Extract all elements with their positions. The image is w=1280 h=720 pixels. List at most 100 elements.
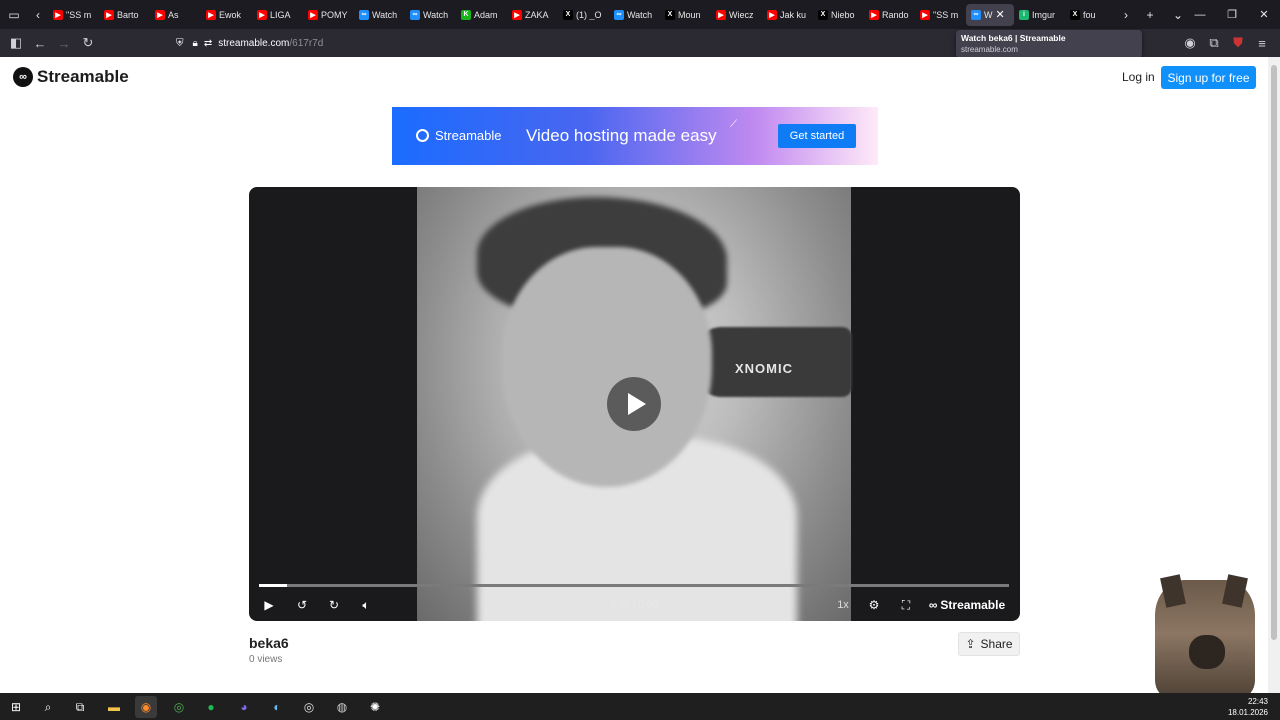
dog-snout — [1189, 635, 1225, 669]
share-button[interactable]: ⇪ Share — [958, 632, 1020, 656]
reload-icon[interactable]: ↻ — [76, 29, 100, 57]
file-explorer-icon[interactable]: ▬ — [103, 696, 125, 718]
browser-tab-label: W — [984, 9, 993, 20]
big-play-button[interactable] — [607, 377, 661, 431]
watermark-text: Streamable — [940, 598, 1006, 612]
banner-logo: Streamable — [416, 128, 501, 143]
tracking-protection-icon[interactable]: ⛨ — [176, 38, 184, 49]
streamable-logo-icon: ∞ — [13, 67, 33, 87]
ublock-icon[interactable]: ⛊ — [1226, 29, 1250, 57]
browser-tab-label: Wiecz — [729, 9, 754, 20]
discord-icon[interactable]: ◕ — [233, 696, 255, 718]
search-icon[interactable]: ⌕ — [37, 696, 59, 718]
address-bar[interactable]: ⛨ 🔒︎ ⇄ streamable.com/617r7d — [176, 31, 956, 55]
signup-button[interactable]: Sign up for free — [1161, 66, 1256, 89]
new-tab-icon[interactable]: + — [1136, 0, 1164, 29]
chrome-icon[interactable]: ◎ — [168, 696, 190, 718]
sidebar-toggle-icon[interactable]: ◧ — [4, 29, 28, 57]
lock-icon[interactable]: 🔒︎ — [193, 38, 198, 49]
restore-icon[interactable]: ❐ — [1216, 0, 1248, 29]
fullscreen-icon[interactable]: ⛶ — [897, 594, 915, 616]
browser-tab[interactable]: ▶ ZAKA — [507, 0, 558, 29]
page-scrollbar[interactable] — [1268, 57, 1280, 693]
steam-icon[interactable]: ◐ — [266, 696, 288, 718]
volume-icon[interactable]: 🔈︎ — [357, 594, 375, 616]
browser-tab[interactable]: ▶ As — [150, 0, 201, 29]
kick-icon: K — [461, 9, 471, 20]
youtube-icon: ▶ — [257, 9, 267, 20]
chrome-icon[interactable]: ◎ — [298, 696, 320, 718]
share-icon: ⇪ — [965, 637, 976, 651]
login-link[interactable]: Log in — [1122, 70, 1155, 84]
browser-tab-label: fou — [1083, 9, 1096, 20]
browser-tab[interactable]: ∞ Watch — [609, 0, 660, 29]
imgur-icon: i — [1019, 9, 1029, 20]
tab-overview-icon[interactable]: ▭ — [0, 0, 28, 29]
task-view-icon[interactable]: ⧉ — [69, 696, 91, 718]
x-icon: X — [563, 9, 573, 20]
browser-tab[interactable]: i Imgur — [1014, 0, 1065, 29]
browser-tab[interactable]: Xfou — [1065, 0, 1116, 29]
banner-tagline: Video hosting made easy — [526, 126, 717, 145]
forward-icon[interactable]: → — [52, 29, 76, 57]
video-player[interactable]: XNOMIC ▶ ↺ ↻ 🔈︎ 0:00 / 0:06 1x ⚙ ⛶ ∞ Str… — [249, 187, 1020, 621]
dog-ear — [1160, 574, 1186, 608]
browser-tab[interactable]: ▶ Barto — [99, 0, 150, 29]
scrollbar-thumb[interactable] — [1271, 65, 1277, 640]
x-icon: X — [1070, 9, 1080, 20]
browser-tab-label: (1) _O — [576, 9, 602, 20]
browser-tab[interactable]: K Adam — [456, 0, 507, 29]
dog-ear — [1222, 574, 1248, 608]
back-icon[interactable]: ← — [28, 29, 52, 57]
steelseries-icon[interactable]: ✺ — [364, 696, 386, 718]
tab-tooltip: Watch beka6 | Streamable streamable.com — [956, 30, 1142, 58]
browser-tab[interactable]: ▶ Wiecz — [711, 0, 762, 29]
settings-gear-icon[interactable]: ⚙ — [865, 594, 883, 616]
browser-tab[interactable]: ▶ Rando — [864, 0, 915, 29]
rewind-icon[interactable]: ↺ — [293, 594, 311, 616]
get-started-button[interactable]: Get started — [778, 124, 856, 148]
forward-skip-icon[interactable]: ↻ — [325, 594, 343, 616]
browser-tab[interactable]: ▶ "SS m — [915, 0, 966, 29]
extensions-icon[interactable]: ⧉ — [1202, 29, 1226, 57]
playback-rate-button[interactable]: 1x — [833, 594, 853, 616]
browser-tab-label: Niebo — [831, 9, 855, 20]
browser-tab[interactable]: ∞ W ✕ — [966, 3, 1014, 26]
windows-taskbar: ⊞ ⌕ ⧉ ▬ ◉ ◎ ● ◕ ◐ ◎ ◍ ✺ 22:43 18.01.2026 — [0, 693, 1280, 720]
browser-tab[interactable]: ▶ POMY — [303, 0, 354, 29]
browser-tab[interactable]: ▶ Jak ku — [762, 0, 813, 29]
browser-tab[interactable]: ▶ "SS m — [48, 0, 99, 29]
youtube-icon: ▶ — [206, 9, 216, 20]
site-logo-text: Streamable — [37, 67, 129, 86]
streamable-watermark[interactable]: ∞ Streamable — [927, 594, 1007, 616]
account-icon[interactable]: ◉ — [1178, 29, 1202, 57]
minimize-icon[interactable]: — — [1184, 0, 1216, 29]
windows-start-icon[interactable]: ⊞ — [5, 696, 27, 718]
video-title: beka6 — [249, 635, 289, 651]
permissions-icon[interactable]: ⇄ — [204, 38, 212, 49]
browser-tab[interactable]: X Moun — [660, 0, 711, 29]
browser-tab[interactable]: ∞ Watch — [354, 0, 405, 29]
streamable-icon: ∞ — [614, 9, 624, 20]
menu-icon[interactable]: ≡ — [1250, 29, 1274, 57]
browser-tab[interactable]: ▶ LIGA — [252, 0, 303, 29]
browser-tab[interactable]: ▶ Ewok — [201, 0, 252, 29]
browser-tab[interactable]: X Niebo — [813, 0, 864, 29]
progress-bar[interactable] — [259, 584, 1009, 587]
firefox-icon[interactable]: ◉ — [135, 696, 157, 718]
site-logo[interactable]: ∞ Streamable — [13, 67, 129, 87]
browser-tab-label: "SS m — [933, 9, 959, 20]
youtube-icon: ▶ — [869, 9, 879, 20]
system-clock[interactable]: 22:43 18.01.2026 — [1228, 696, 1268, 718]
browser-tab[interactable]: X (1) _O — [558, 0, 609, 29]
browser-tab[interactable]: ∞ Watch — [405, 0, 456, 29]
close-tab-icon[interactable]: ✕ — [996, 8, 1005, 21]
play-button-icon[interactable]: ▶ — [261, 594, 277, 616]
app-icon[interactable]: ◍ — [331, 696, 353, 718]
spotify-icon[interactable]: ● — [200, 696, 222, 718]
clock-time: 22:43 — [1247, 697, 1268, 706]
ad-banner[interactable]: Streamable Video hosting made easy ⟋ Get… — [392, 107, 878, 165]
scroll-tabs-left-icon[interactable]: ‹ — [28, 0, 48, 29]
close-window-icon[interactable]: ✕ — [1248, 0, 1280, 29]
scroll-tabs-right-icon[interactable]: › — [1116, 0, 1136, 29]
